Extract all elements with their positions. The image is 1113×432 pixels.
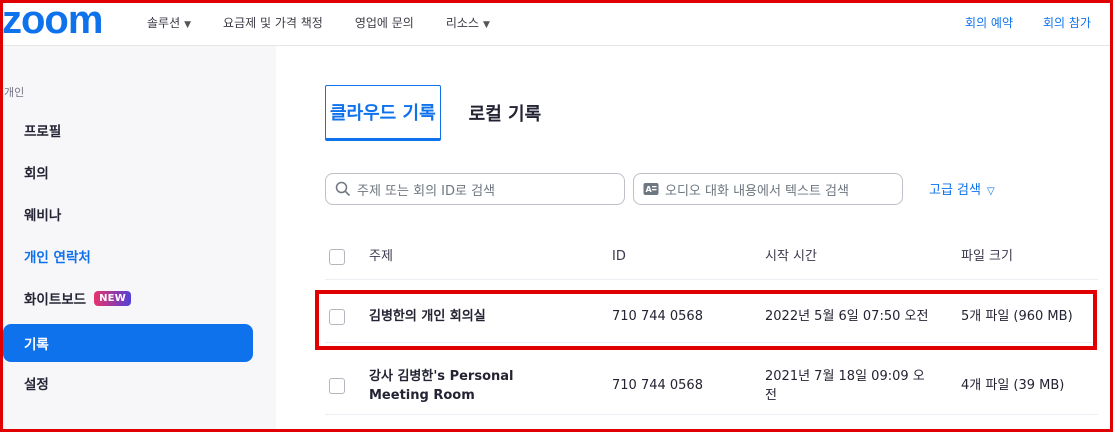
search-icon: [335, 181, 351, 197]
top-navbar: zoom 솔루션 ▼ 요금제 및 가격 책정 영업에 문의 리소스 ▼ 회의 예약 …: [0, 0, 1113, 46]
caret-down-icon: ▼: [482, 20, 490, 30]
caret-down-icon: ▼: [184, 20, 192, 30]
audio-search-placeholder: 오디오 대화 내용에서 텍스트 검색: [665, 183, 849, 199]
main-nav: 솔루션 ▼ 요금제 및 가격 책정 영업에 문의 리소스 ▼: [147, 14, 522, 31]
table-header-row: 주제 ID 시작 시간 파일 크기: [325, 234, 1098, 280]
sidebar: 개인 프로필 회의 웨비나 개인 연락처 화이트보드 NEW 기록 설정: [0, 46, 276, 432]
row-checkbox[interactable]: [329, 308, 345, 325]
table-row[interactable]: 강사 김병한's Personal Meeting Room 710 744 0…: [325, 357, 1098, 415]
start-time: 2022년 5월 6일 07:50 오전: [765, 309, 929, 324]
tab-cloud-recordings[interactable]: 클라우드 기록: [325, 85, 441, 141]
select-all-checkbox[interactable]: [329, 248, 345, 265]
recording-topic-link[interactable]: 김병한의 개인 회의실: [369, 307, 569, 326]
transcript-icon: A: [643, 182, 659, 196]
sidebar-item-personal-contacts[interactable]: 개인 연락처: [3, 237, 253, 275]
meeting-id: 710 744 0568: [612, 309, 703, 324]
sidebar-item-profile[interactable]: 프로필: [3, 111, 253, 149]
svg-text:zoom: zoom: [2, 2, 102, 38]
recording-topic-link[interactable]: 강사 김병한's Personal Meeting Room: [369, 367, 569, 405]
sidebar-item-label: 화이트보드: [24, 292, 87, 308]
tab-local-recordings[interactable]: 로컬 기록: [465, 85, 546, 141]
join-meeting-link[interactable]: 회의 참가: [1043, 14, 1091, 31]
sidebar-item-label: 회의: [24, 166, 49, 182]
nav-resources[interactable]: 리소스 ▼: [446, 14, 490, 31]
svg-text:A: A: [646, 185, 653, 194]
sidebar-item-webinars[interactable]: 웨비나: [3, 195, 253, 233]
file-size: 4개 파일 (39 MB): [961, 378, 1065, 393]
sidebar-item-settings[interactable]: 설정: [3, 364, 253, 402]
sidebar-item-label: 웨비나: [24, 208, 62, 224]
zoom-logo[interactable]: zoom: [2, 2, 114, 38]
header-topic[interactable]: 주제: [369, 247, 569, 266]
audio-transcript-search-input[interactable]: A 오디오 대화 내용에서 텍스트 검색: [633, 173, 903, 205]
schedule-meeting-link[interactable]: 회의 예약: [965, 14, 1013, 31]
meeting-id: 710 744 0568: [612, 378, 703, 393]
header-id: ID: [612, 249, 626, 264]
nav-contact-sales[interactable]: 영업에 문의: [355, 14, 414, 31]
nav-solutions[interactable]: 솔루션 ▼: [147, 14, 191, 31]
advanced-search-label: 고급 검색: [929, 183, 981, 198]
top-right-links: 회의 예약 회의 참가: [935, 14, 1091, 31]
header-start-time[interactable]: 시작 시간: [765, 247, 935, 266]
file-size: 5개 파일 (960 MB): [961, 309, 1073, 324]
sidebar-item-recordings[interactable]: 기록: [3, 324, 253, 362]
advanced-search-button[interactable]: 고급 검색 ▽: [929, 179, 995, 198]
sidebar-item-label: 설정: [24, 377, 49, 393]
sidebar-item-whiteboard[interactable]: 화이트보드 NEW: [3, 279, 253, 317]
row-checkbox[interactable]: [329, 377, 345, 394]
sidebar-item-label: 기록: [24, 337, 49, 353]
table-row[interactable]: 김병한의 개인 회의실 710 744 0568 2022년 5월 6일 07:…: [325, 291, 1098, 343]
sidebar-section-personal: 개인: [4, 86, 25, 99]
sidebar-item-label: 개인 연락처: [24, 250, 91, 266]
recording-tabs: 클라우드 기록 로컬 기록: [325, 85, 545, 141]
sidebar-item-meetings[interactable]: 회의: [3, 153, 253, 191]
new-badge: NEW: [94, 290, 131, 306]
nav-pricing[interactable]: 요금제 및 가격 책정: [223, 14, 323, 31]
chevron-down-icon: ▽: [986, 186, 995, 197]
topic-search-input[interactable]: 주제 또는 회의 ID로 검색: [325, 173, 625, 205]
start-time: 2021년 7월 18일 09:09 오전: [765, 368, 925, 403]
sidebar-item-label: 프로필: [24, 124, 62, 140]
header-file-size[interactable]: 파일 크기: [961, 247, 1096, 266]
topic-search-placeholder: 주제 또는 회의 ID로 검색: [357, 183, 496, 199]
